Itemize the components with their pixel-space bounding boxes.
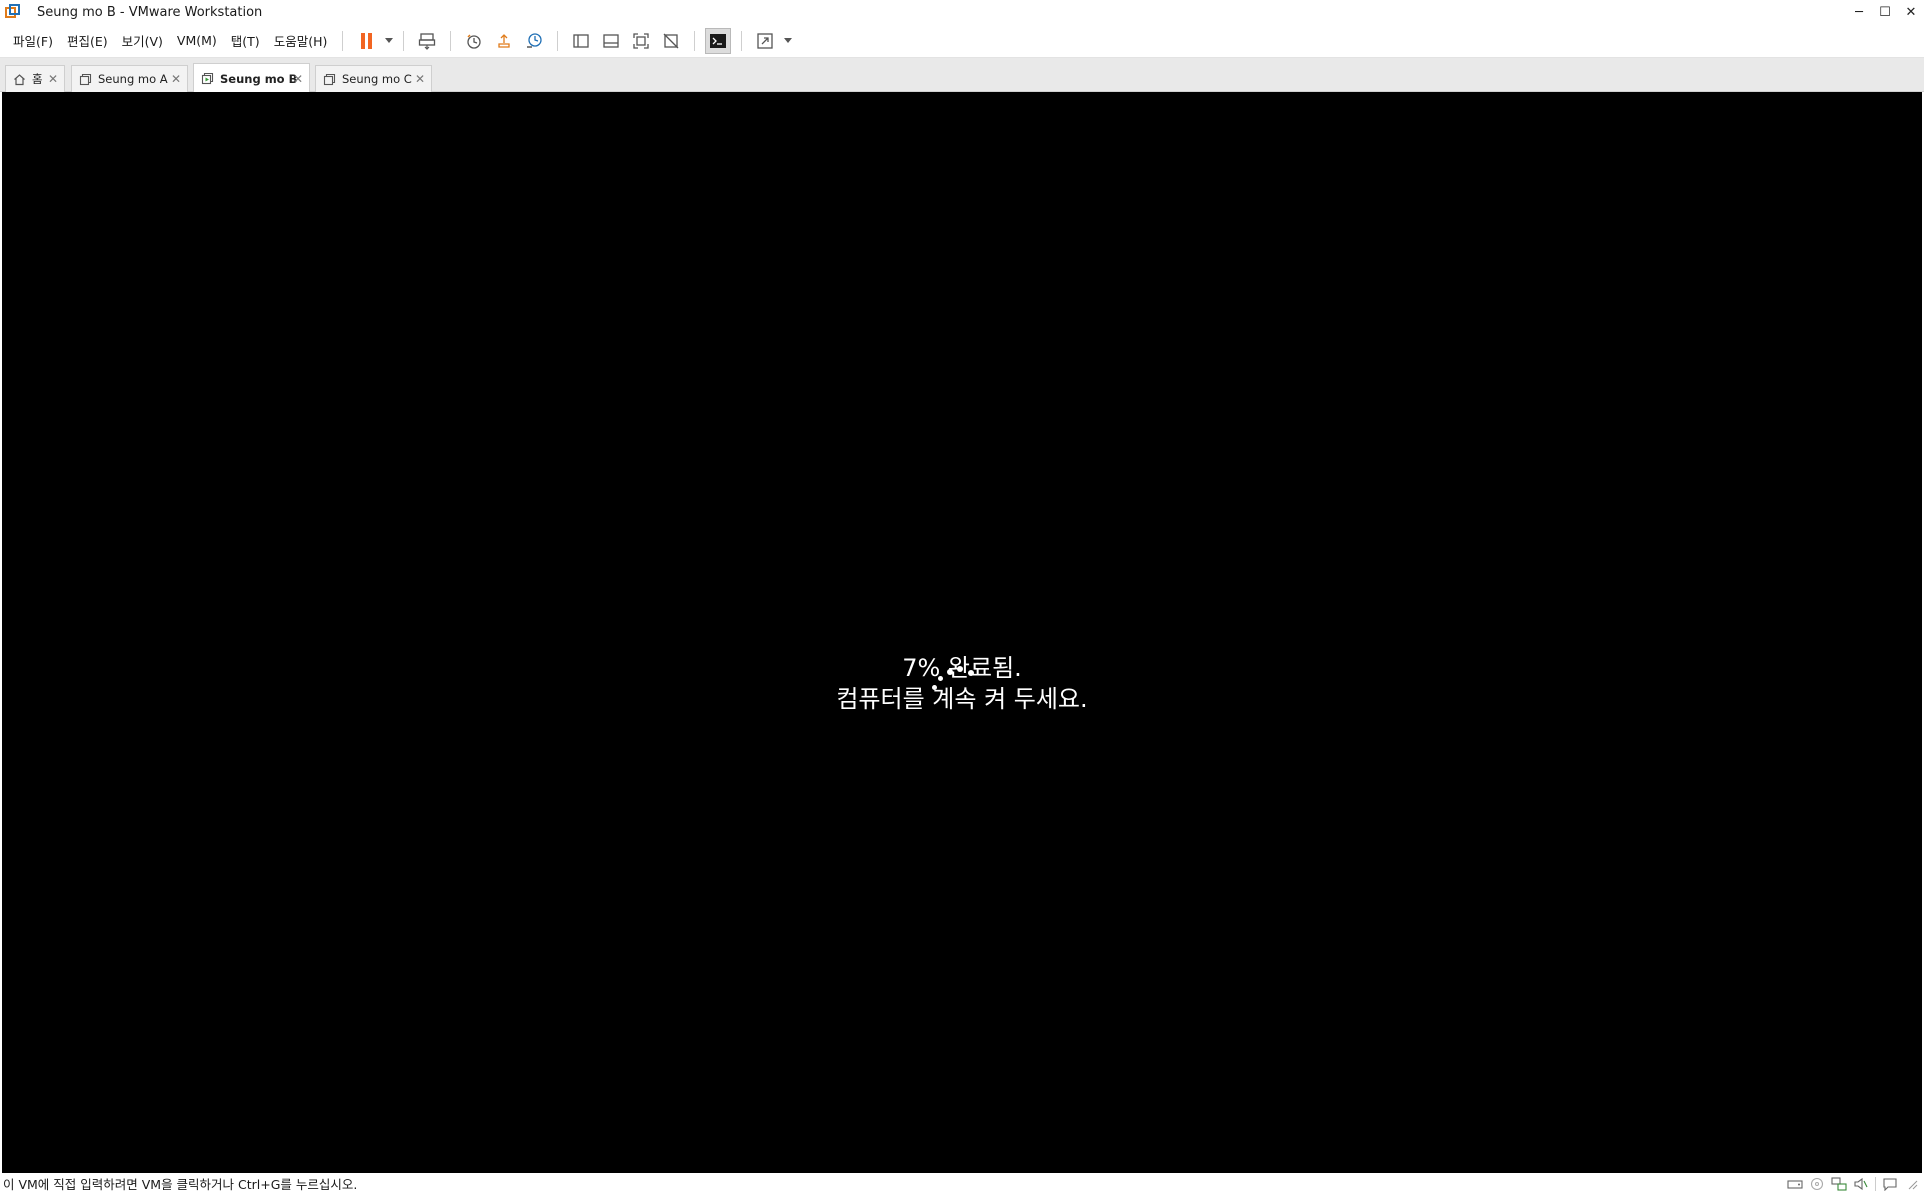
network-adapter-icon[interactable] (1831, 1176, 1847, 1191)
bottom-panel-layout-icon (603, 33, 619, 48)
menu-toolbar: 파일(F) 편집(E) 보기(V) VM(M) 탭(T) 도움말(H) (0, 24, 1924, 58)
menu-help[interactable]: 도움말(H) (267, 30, 335, 52)
toolbar-separator (342, 30, 344, 51)
hard-disk-icon[interactable] (1787, 1177, 1803, 1191)
stretch-dropdown-button[interactable] (780, 28, 794, 54)
snapshot-clock-icon (467, 33, 481, 49)
chevron-down-icon (385, 38, 394, 43)
toolbar-separator (694, 30, 696, 51)
window-controls: ─ ☐ ✕ (1846, 0, 1924, 24)
menu-edit[interactable]: 편집(E) (60, 30, 115, 52)
status-separator (1875, 1176, 1876, 1191)
maximize-button[interactable]: ☐ (1872, 0, 1898, 24)
pause-icon (360, 32, 372, 49)
toolbar-separator (557, 30, 559, 51)
home-icon (12, 72, 26, 86)
full-screen-button[interactable] (628, 28, 654, 54)
tab-close-icon[interactable]: ✕ (415, 72, 425, 86)
title-bar: Seung mo B - VMware Workstation ─ ☐ ✕ (0, 0, 1924, 24)
update-progress-text: 7% 완료됨. (902, 654, 1022, 682)
tab-label: Seung mo A (98, 72, 168, 86)
vm-icon (78, 72, 92, 86)
status-bar: 이 VM에 직접 입력하려면 VM을 클릭하거나 Ctrl+G를 누르십시오. (0, 1173, 1924, 1194)
sidebar-layout-icon (573, 33, 589, 48)
tab-home[interactable]: 홈 ✕ (5, 65, 65, 92)
console-view-button[interactable] (705, 27, 732, 54)
menu-tabs[interactable]: 탭(T) (224, 30, 267, 52)
tab-seung-mo-b[interactable]: Seung mo B ✕ (193, 63, 310, 93)
show-thumbnail-bar-button[interactable] (598, 28, 624, 54)
keyboard-send-icon (419, 32, 436, 50)
close-window-button[interactable]: ✕ (1898, 0, 1924, 24)
menu-vm[interactable]: VM(M) (170, 30, 224, 52)
tab-label: Seung mo B (220, 71, 298, 86)
toolbar-separator (403, 30, 405, 51)
menu-view[interactable]: 보기(V) (115, 30, 170, 52)
snapshot-manager-icon (527, 32, 542, 48)
unity-disabled-icon (663, 33, 679, 48)
vm-running-icon (200, 72, 214, 86)
status-hint: 이 VM에 직접 입력하려면 VM을 클릭하거나 Ctrl+G를 누르십시오. (3, 1177, 358, 1192)
revert-snapshot-icon (498, 33, 510, 48)
revert-snapshot-button[interactable] (491, 28, 517, 54)
stretch-guest-button[interactable] (752, 28, 778, 54)
show-library-button[interactable] (568, 28, 594, 54)
snapshot-manager-button[interactable] (521, 28, 547, 54)
full-screen-icon (633, 32, 649, 49)
stretch-icon (757, 32, 773, 49)
minimize-button[interactable]: ─ (1846, 0, 1872, 24)
cd-rom-icon[interactable] (1809, 1177, 1825, 1191)
tab-label: Seung mo C (342, 72, 412, 86)
unity-mode-button[interactable] (658, 28, 684, 54)
vm-icon (322, 72, 336, 86)
power-dropdown-button[interactable] (381, 28, 395, 54)
resize-grip-icon[interactable] (1904, 1177, 1920, 1191)
chevron-down-icon (784, 38, 793, 43)
vm-console-screen[interactable]: 7% 완료됨. 컴퓨터를 계속 켜 두세요. (2, 92, 1922, 1173)
vmware-logo-icon (5, 4, 21, 20)
tab-label: 홈 (32, 72, 43, 86)
terminal-icon (710, 33, 727, 48)
take-snapshot-button[interactable] (461, 28, 487, 54)
tab-bar: 홈 ✕ Seung mo A ✕ Seung mo B ✕ Seung mo C… (0, 58, 1924, 93)
sound-card-icon[interactable] (1853, 1177, 1869, 1191)
message-log-icon[interactable] (1882, 1177, 1898, 1191)
tab-seung-mo-a[interactable]: Seung mo A ✕ (71, 65, 188, 92)
keep-on-message: 컴퓨터를 계속 켜 두세요. (836, 685, 1088, 713)
toolbar-separator (741, 30, 743, 51)
tab-seung-mo-c[interactable]: Seung mo C ✕ (315, 65, 432, 92)
send-ctrl-alt-del-button[interactable] (414, 28, 440, 54)
tab-close-icon[interactable]: ✕ (293, 72, 303, 86)
device-status-icons (1787, 1173, 1920, 1194)
window-title: Seung mo B - VMware Workstation (37, 4, 263, 20)
toolbar-separator (450, 30, 452, 51)
tab-close-icon[interactable]: ✕ (48, 72, 58, 86)
menu-file[interactable]: 파일(F) (6, 30, 60, 52)
suspend-button[interactable] (353, 28, 379, 54)
tab-close-icon[interactable]: ✕ (171, 72, 181, 86)
